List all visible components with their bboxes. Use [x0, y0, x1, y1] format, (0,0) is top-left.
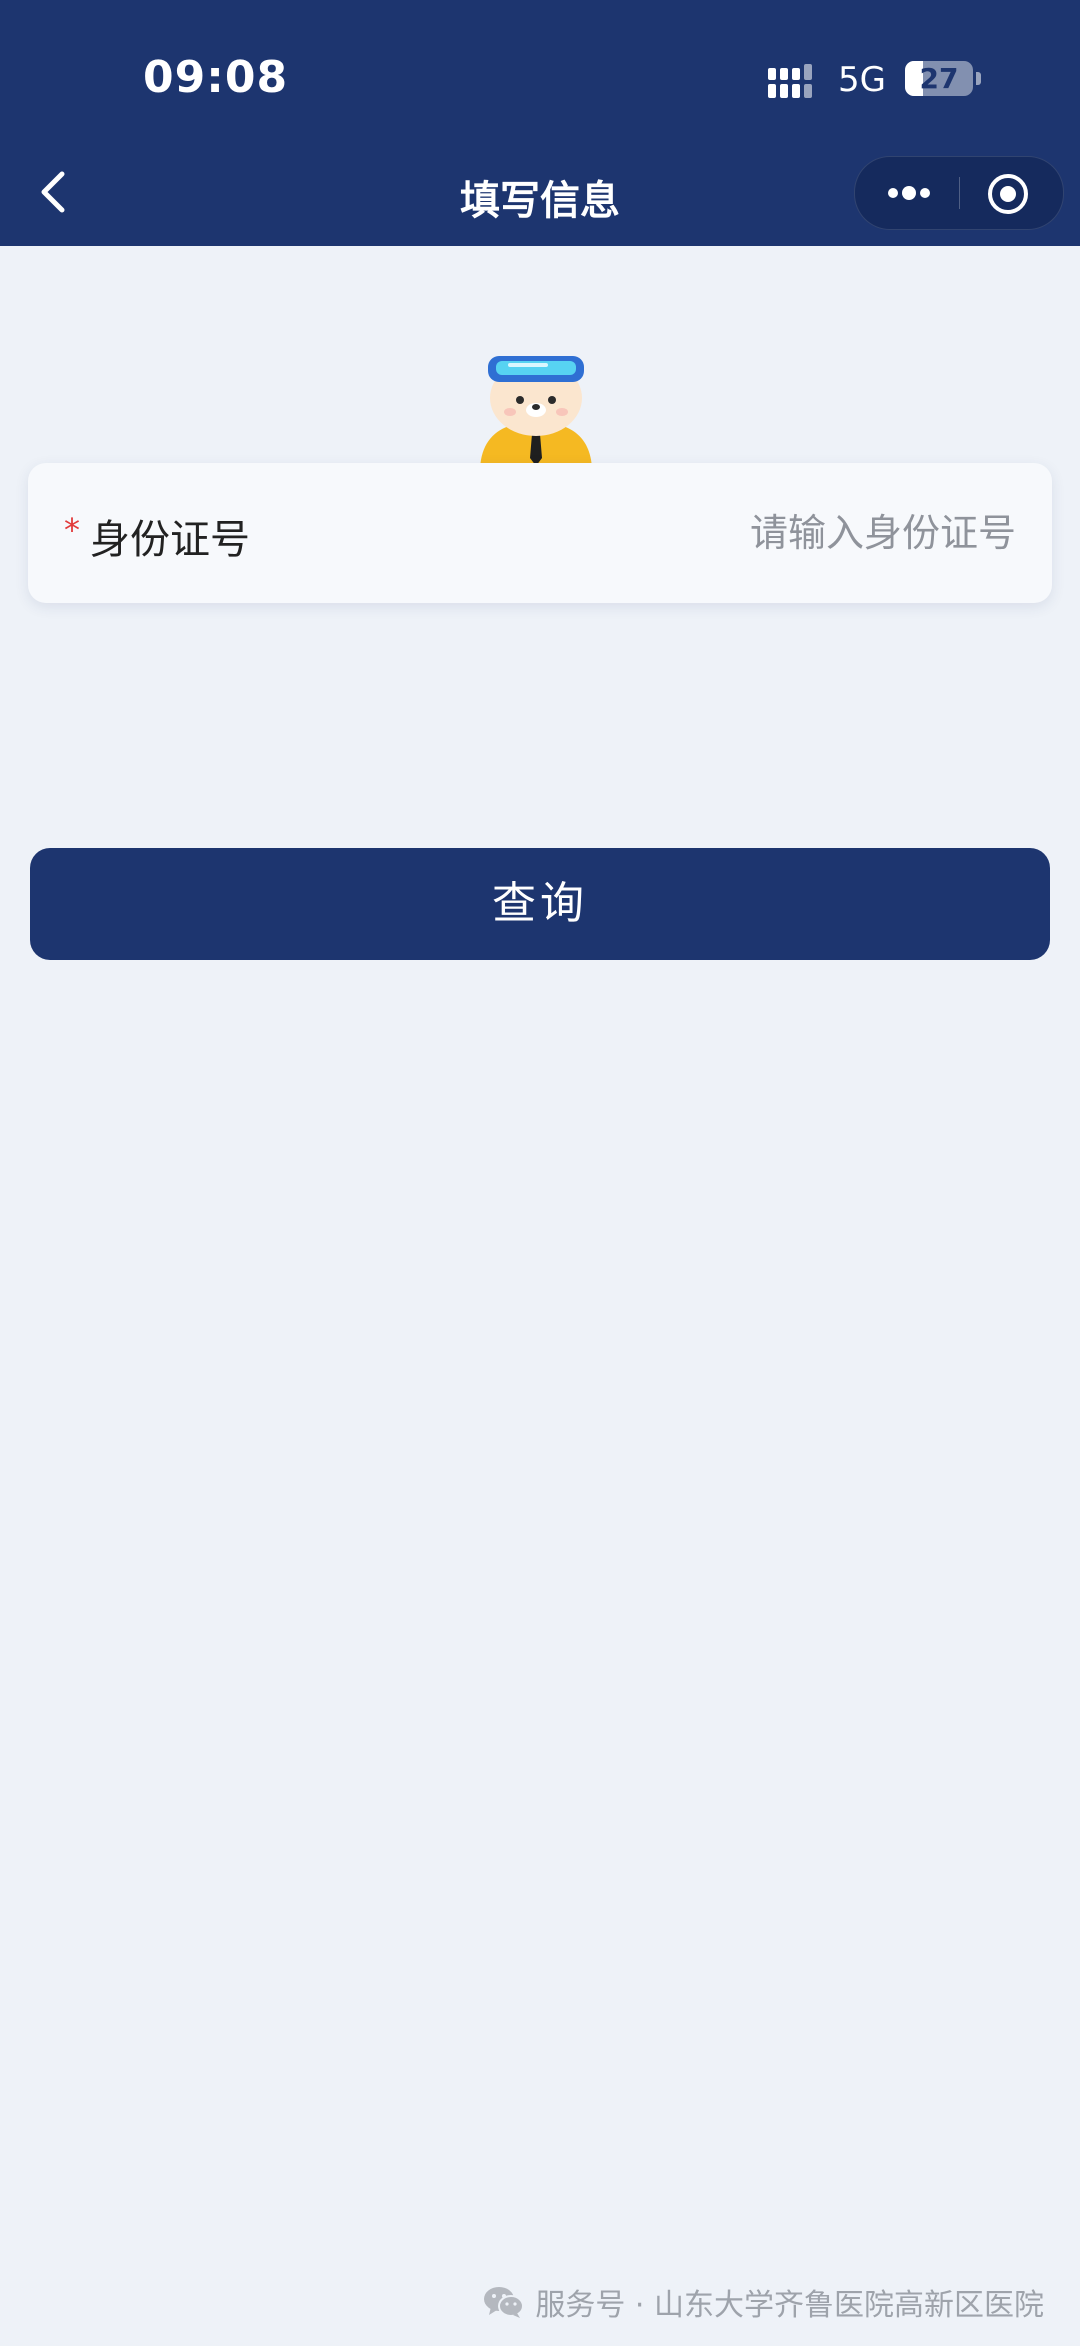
top-header: 09:08 5G 27 填写信息 [0, 0, 1080, 246]
miniprogram-capsule [854, 156, 1064, 230]
battery-indicator: 27 [905, 61, 973, 96]
mascot-bear-icon [480, 356, 592, 468]
battery-cap [976, 72, 981, 85]
capsule-divider [959, 177, 960, 209]
battery-level-text: 27 [919, 62, 959, 95]
network-label: 5G [838, 60, 886, 100]
footer-source: 服务号 · 山东大学齐鲁医院高新区医院 [483, 2282, 1044, 2323]
more-dots-icon[interactable] [881, 173, 937, 213]
wechat-icon [484, 2287, 525, 2318]
status-time: 09:08 [143, 52, 289, 103]
target-close-icon[interactable] [985, 171, 1031, 217]
id-number-input[interactable] [496, 499, 1016, 567]
id-form-card: * 身份证号 [28, 463, 1052, 603]
signal-icon [768, 64, 812, 98]
required-mark: * [64, 511, 80, 549]
id-number-label: 身份证号 [90, 517, 250, 563]
query-button[interactable]: 查询 [30, 848, 1050, 960]
footer-text: 服务号 · 山东大学齐鲁医院高新区医院 [535, 2288, 1044, 2323]
